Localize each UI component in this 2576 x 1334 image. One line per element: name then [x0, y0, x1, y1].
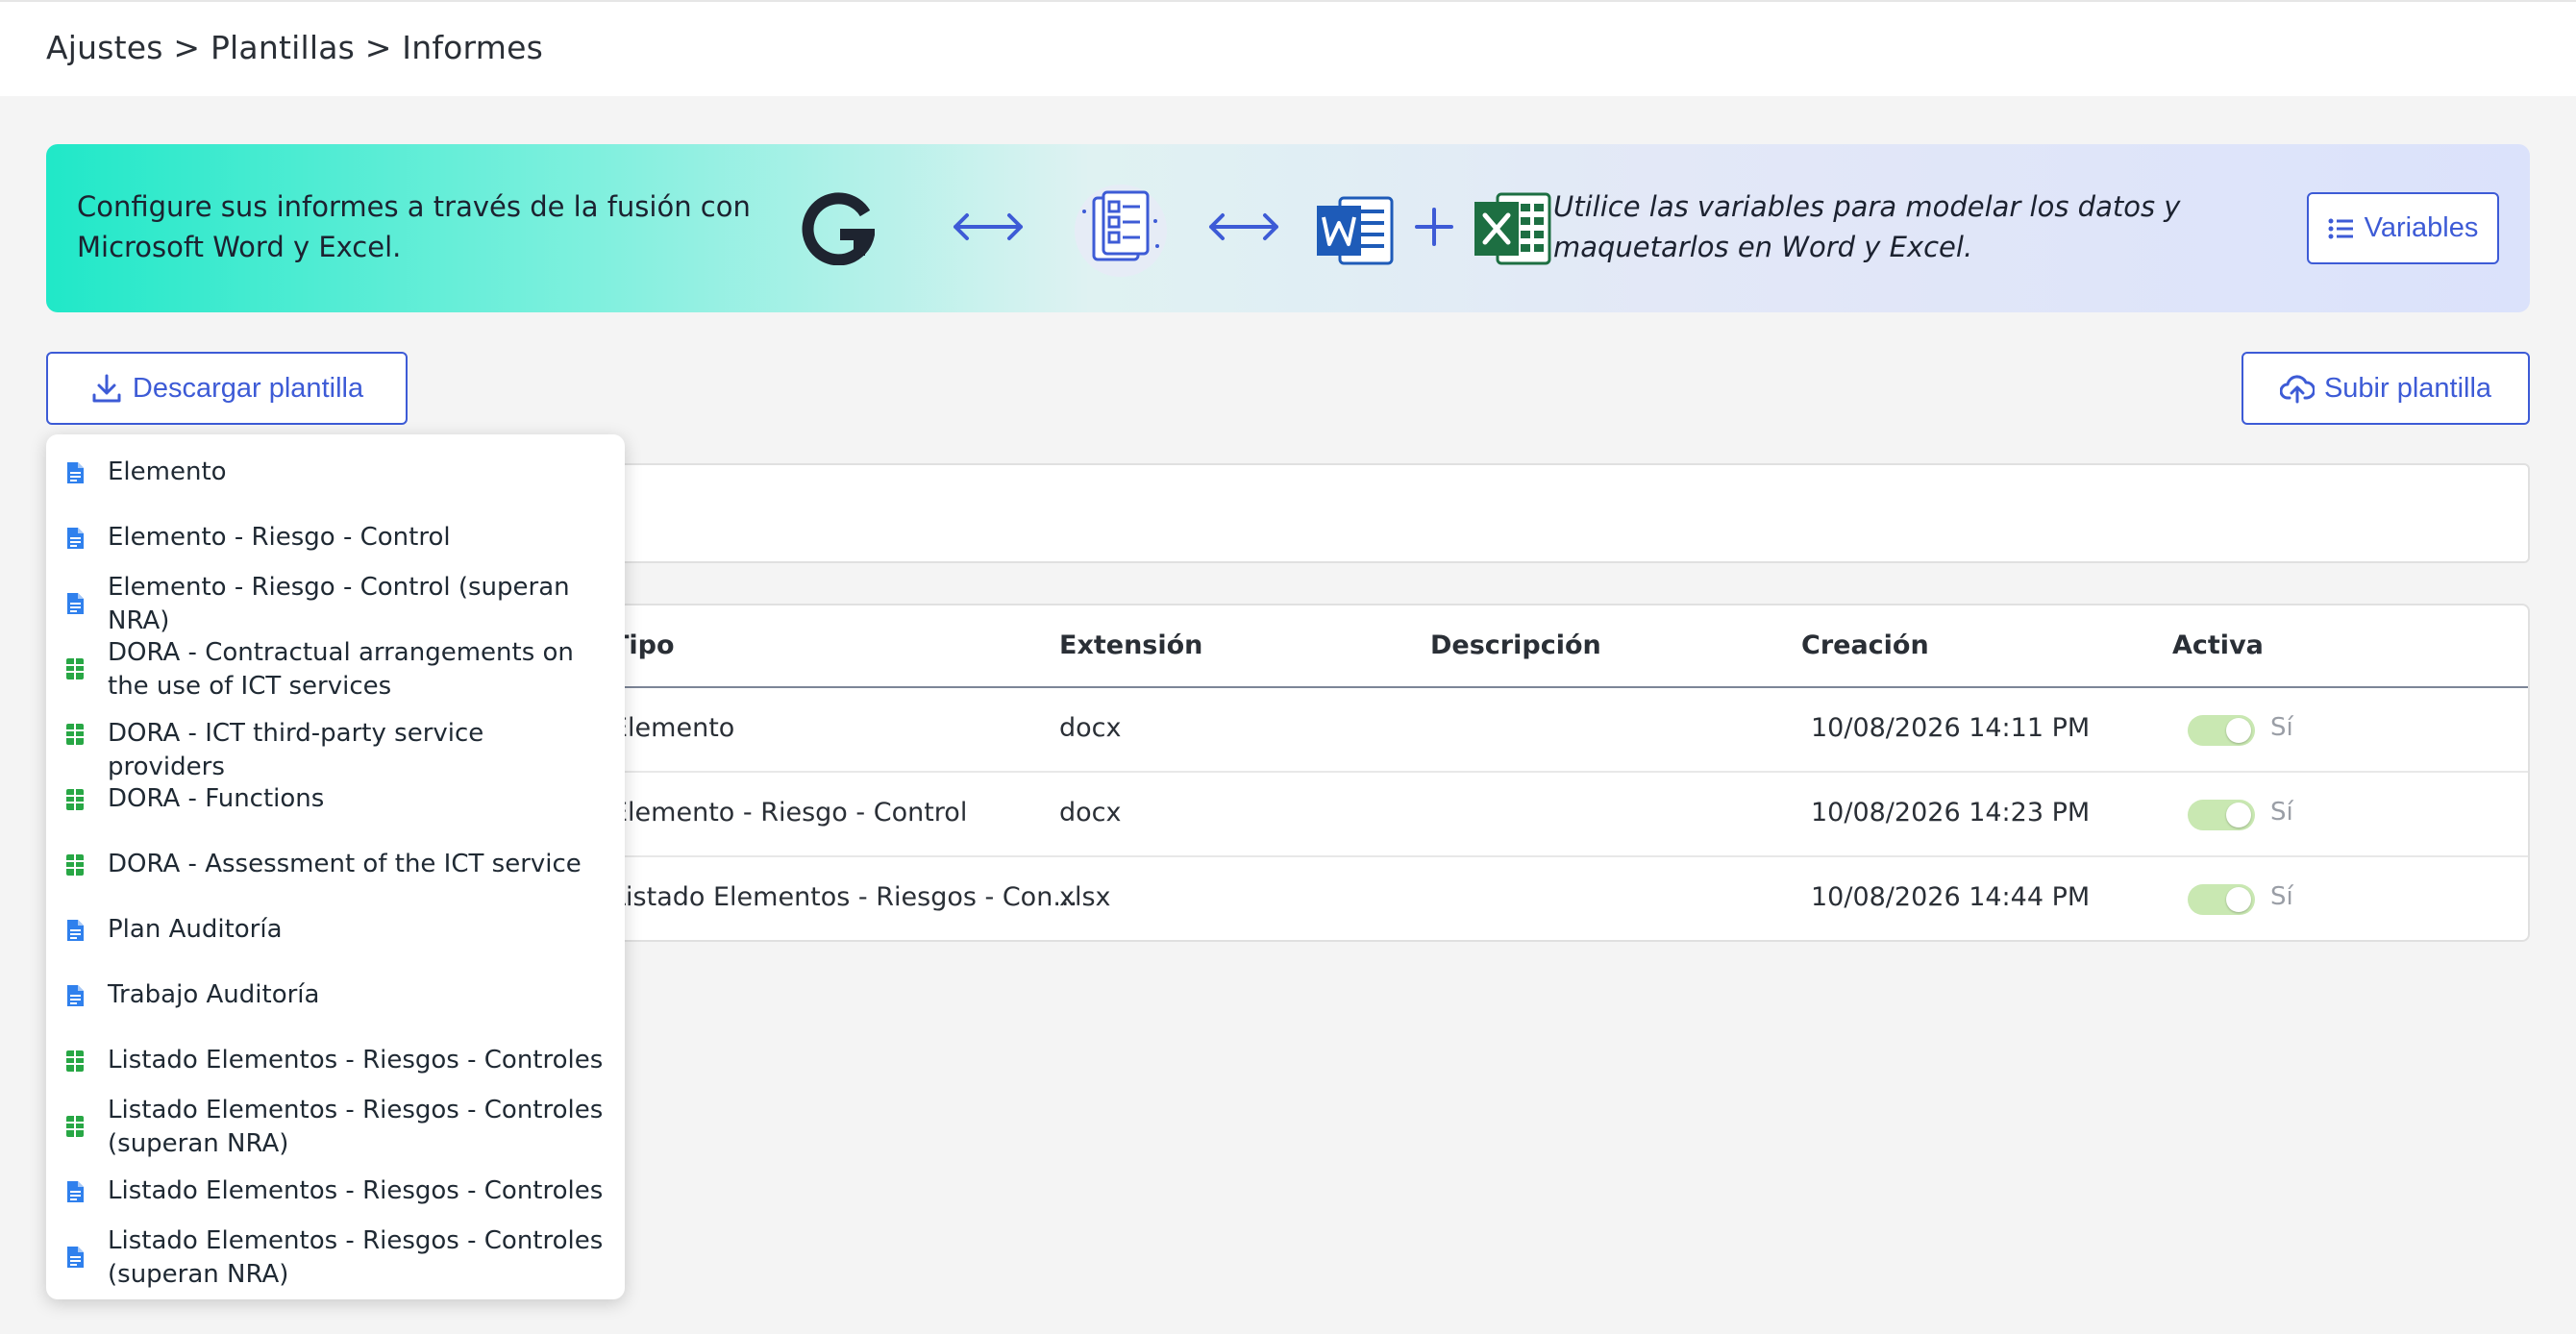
word-doc-icon	[67, 920, 84, 941]
menu-item[interactable]: Plan Auditoría	[46, 898, 625, 963]
menu-item-label: DORA - Assessment of the ICT service	[108, 850, 582, 878]
menu-item-label: Elemento - Riesgo - Control (superan NRA…	[108, 573, 570, 635]
breadcrumb-item-ajustes[interactable]: Ajustes	[46, 29, 163, 66]
menu-item-label: Listado Elementos - Riesgos - Controles	[108, 1176, 604, 1205]
cell-extension: xlsx	[1059, 882, 1111, 912]
checklist-document-icon	[1075, 185, 1167, 277]
info-banner: Configure sus informes a través de la fu…	[46, 144, 2530, 312]
banner-intro-text: Configure sus informes a través de la fu…	[77, 190, 751, 263]
excel-sheet-icon	[66, 724, 84, 745]
download-template-menu: Elemento Elemento - Riesgo - Control Eleme…	[46, 434, 625, 1299]
banner-variables-text: Utilice las variables para modelar los d…	[1553, 190, 2181, 263]
cell-extension: docx	[1059, 798, 1122, 828]
word-doc-icon	[67, 985, 84, 1006]
cell-extension: docx	[1059, 713, 1122, 743]
menu-item-label: DORA - Functions	[108, 784, 325, 813]
active-toggle[interactable]	[2188, 884, 2255, 915]
active-toggle-label: Sí	[2270, 882, 2293, 911]
cell-tipo: Elemento	[611, 713, 735, 743]
column-header-extension[interactable]: Extensión	[1059, 630, 1202, 660]
excel-sheet-icon	[66, 658, 84, 679]
cloud-upload-icon	[2279, 375, 2315, 404]
cell-tipo: Listado Elementos - Riesgos - Con...	[611, 882, 1078, 912]
menu-item-label: Listado Elementos - Riesgos - Controles	[108, 1046, 604, 1075]
column-header-activa[interactable]: Activa	[2172, 630, 2264, 660]
menu-item-label: Trabajo Auditoría	[108, 980, 320, 1009]
excel-sheet-icon	[66, 1050, 84, 1072]
menu-item[interactable]: Elemento - Riesgo - Control	[46, 506, 625, 571]
breadcrumb-separator: >	[173, 29, 201, 66]
word-doc-icon	[67, 462, 84, 483]
breadcrumb-separator	[163, 29, 174, 66]
download-icon	[92, 374, 121, 403]
excel-sheet-icon	[66, 789, 84, 810]
menu-item[interactable]: DORA - ICT third-party service providers	[46, 702, 625, 781]
active-toggle-label: Sí	[2270, 798, 2293, 827]
upload-template-button[interactable]: Subir plantilla	[2242, 352, 2530, 425]
active-toggle[interactable]	[2188, 800, 2255, 830]
menu-item-label: DORA - Contractual arrangements on the u…	[108, 638, 574, 701]
menu-item-label: Listado Elementos - Riesgos - Controles …	[108, 1096, 604, 1158]
active-toggle-label: Sí	[2270, 713, 2293, 742]
variables-button[interactable]: Variables	[2307, 192, 2499, 264]
variables-button-label: Variables	[2364, 212, 2479, 243]
excel-sheet-icon	[66, 854, 84, 876]
menu-item[interactable]: Listado Elementos - Riesgos - Controles …	[46, 1094, 625, 1159]
double-arrow-icon	[1209, 213, 1278, 240]
download-template-button[interactable]: Descargar plantilla	[46, 352, 408, 425]
menu-item[interactable]: DORA - Functions	[46, 767, 625, 832]
menu-item-label: Plan Auditoría	[108, 915, 283, 944]
menu-item[interactable]: Listado Elementos - Riesgos - Controles	[46, 1028, 625, 1094]
excel-sheet-icon	[66, 1116, 84, 1137]
upload-template-label: Subir plantilla	[2323, 372, 2492, 404]
menu-item-label: Listado Elementos - Riesgos - Controles …	[108, 1226, 604, 1289]
word-doc-icon	[67, 528, 84, 549]
active-toggle[interactable]	[2188, 715, 2255, 746]
app-logo-icon	[802, 192, 875, 265]
breadcrumb-separator: >	[364, 29, 392, 66]
download-template-label: Descargar plantilla	[132, 372, 364, 404]
breadcrumb-item-plantillas[interactable]: Plantillas	[211, 29, 355, 66]
microsoft-excel-icon	[1474, 192, 1551, 265]
column-header-creacion[interactable]: Creación	[1801, 630, 1929, 660]
column-header-descripcion[interactable]: Descripción	[1430, 630, 1601, 660]
menu-item[interactable]: Elemento	[46, 440, 625, 506]
cell-creacion: 10/08/2026 14:11 PM	[1811, 713, 2091, 743]
word-doc-icon	[67, 1247, 84, 1268]
breadcrumb-item-informes: Informes	[402, 29, 543, 66]
menu-item[interactable]: Trabajo Auditoría	[46, 963, 625, 1028]
plus-icon	[1415, 208, 1453, 246]
double-arrow-icon	[954, 213, 1023, 240]
list-icon	[2328, 218, 2353, 238]
breadcrumb: Ajustes > Plantillas > Informes	[46, 29, 543, 66]
menu-item-label: Elemento	[108, 457, 227, 486]
menu-item[interactable]: DORA - Assessment of the ICT service	[46, 832, 625, 898]
menu-item[interactable]: DORA - Contractual arrangements on the u…	[46, 636, 625, 702]
word-doc-icon	[67, 593, 84, 614]
word-doc-icon	[67, 1181, 84, 1202]
cell-creacion: 10/08/2026 14:44 PM	[1811, 882, 2091, 912]
top-bar: Ajustes > Plantillas > Informes	[0, 0, 2576, 96]
menu-item[interactable]: Elemento - Riesgo - Control (superan NRA…	[46, 571, 625, 636]
cell-creacion: 10/08/2026 14:23 PM	[1811, 798, 2091, 828]
microsoft-word-icon	[1317, 196, 1394, 265]
menu-item[interactable]: Listado Elementos - Riesgos - Controles	[46, 1159, 625, 1224]
menu-item[interactable]: Listado Elementos - Riesgos - Controles …	[46, 1224, 625, 1290]
menu-item-label: Elemento - Riesgo - Control	[108, 523, 451, 552]
cell-tipo: Elemento - Riesgo - Control	[611, 798, 968, 828]
